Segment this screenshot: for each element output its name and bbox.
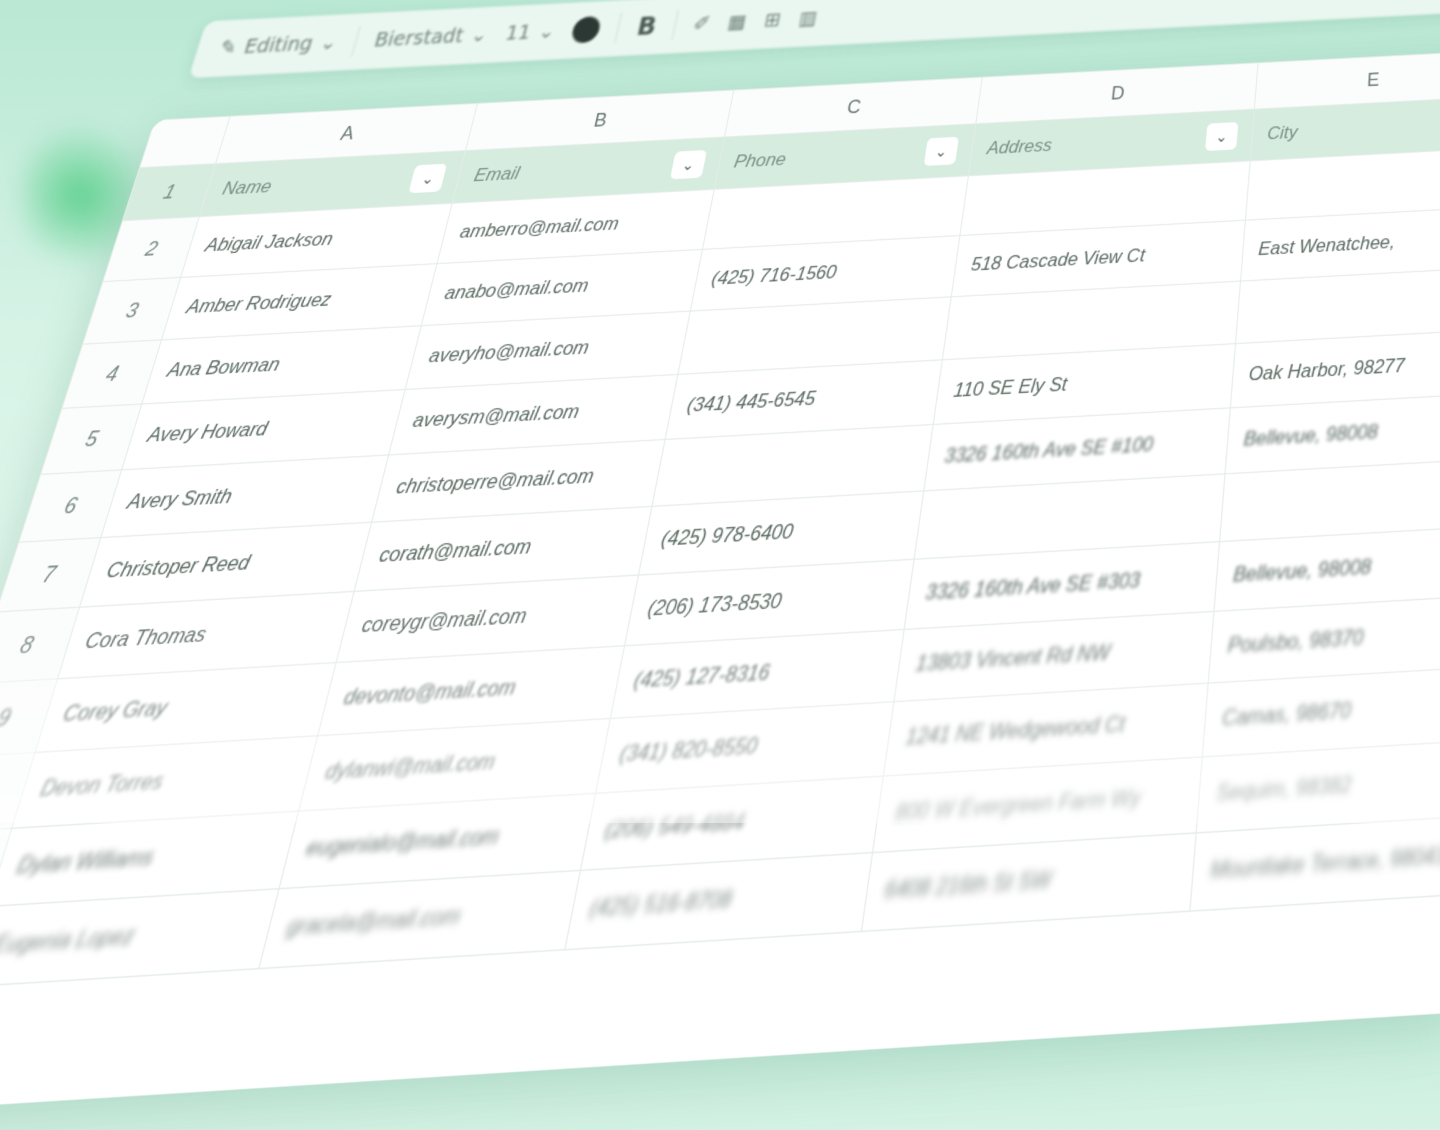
chevron-down-icon: ⌄ <box>536 20 558 44</box>
toolbar-divider <box>671 10 679 41</box>
table-button[interactable]: ▦ <box>726 11 749 34</box>
editing-label: Editing <box>241 32 316 59</box>
font-name-label: Bierstadt <box>371 24 466 52</box>
cell-city[interactable]: Bellevue, 98008 <box>1213 526 1440 612</box>
header-label: Phone <box>732 148 788 172</box>
color-dot-icon <box>570 15 603 44</box>
filter-dropdown-icon[interactable]: ⌄ <box>923 136 959 166</box>
header-label: Address <box>985 134 1054 159</box>
columns-icon: ▥ <box>796 6 820 30</box>
toolbar-divider <box>614 12 623 44</box>
cell-city[interactable]: Sequim, 98382 <box>1196 740 1440 833</box>
table-body: 2 Abigail Jackson amberro@mail.com 3 Amber R… <box>0 148 1440 992</box>
cell-city[interactable] <box>1235 267 1440 344</box>
spreadsheet-app: ✎ Editing ⌄ Bierstadt ⌄ 11 ⌄ B ✐ ▦ ⊞ ▥ A… <box>0 0 1440 1116</box>
toolbar-divider <box>351 26 361 57</box>
stage: ✎ Editing ⌄ Bierstadt ⌄ 11 ⌄ B ✐ ▦ ⊞ ▥ A… <box>0 0 1440 1116</box>
font-color-button[interactable] <box>570 15 603 44</box>
editing-mode-button[interactable]: ✎ Editing ⌄ <box>217 31 341 59</box>
header-label: Email <box>472 162 522 186</box>
header-label: City <box>1266 121 1299 144</box>
chevron-down-icon: ⌄ <box>468 23 491 47</box>
chevron-down-icon: ⌄ <box>317 31 341 55</box>
bold-button[interactable]: B <box>634 12 659 41</box>
cell-city[interactable] <box>1219 459 1440 542</box>
bold-label: B <box>634 12 660 42</box>
spreadsheet-table: A B C D E 1 Name ⌄ Email ⌄ Phone ⌄ Address ⌄… <box>0 50 1440 993</box>
cell-city[interactable] <box>1245 148 1440 221</box>
header-label: Name <box>220 175 275 199</box>
font-name-dropdown[interactable]: Bierstadt ⌄ <box>372 24 491 52</box>
filter-dropdown-icon[interactable]: ⌄ <box>669 149 707 180</box>
format-painter-button[interactable]: ✐ <box>691 12 712 35</box>
cell-city[interactable]: Mountlake Terrace, 98043 <box>1189 816 1440 912</box>
cell-city[interactable]: Bellevue, 98008 <box>1224 393 1440 474</box>
cell-name[interactable]: Eugenia Lopez <box>0 888 280 987</box>
grid: A B C D E 1 Name ⌄ Email ⌄ Phone ⌄ Address ⌄… <box>0 50 1440 1116</box>
pencil-icon: ✎ <box>216 36 240 60</box>
insert-table-button[interactable]: ⊞ <box>762 9 782 32</box>
cell-city[interactable]: Poulsbo, 98370 <box>1208 596 1440 684</box>
filter-dropdown-icon[interactable]: ⌄ <box>408 163 448 194</box>
table-add-icon: ⊞ <box>762 8 783 32</box>
cell-city[interactable]: East Wenatchee, <box>1240 207 1440 282</box>
cell-city[interactable]: Camas, 98670 <box>1202 667 1440 757</box>
format-painter-icon: ✐ <box>691 12 713 36</box>
font-size-label: 11 <box>503 21 534 45</box>
cell-city[interactable]: Oak Harbor, 98277 <box>1230 329 1440 408</box>
filter-dropdown-icon[interactable]: ⌄ <box>1204 122 1239 152</box>
columns-button[interactable]: ▥ <box>797 7 819 30</box>
font-size-dropdown[interactable]: 11 ⌄ <box>503 20 557 45</box>
table-icon: ▦ <box>725 10 749 34</box>
